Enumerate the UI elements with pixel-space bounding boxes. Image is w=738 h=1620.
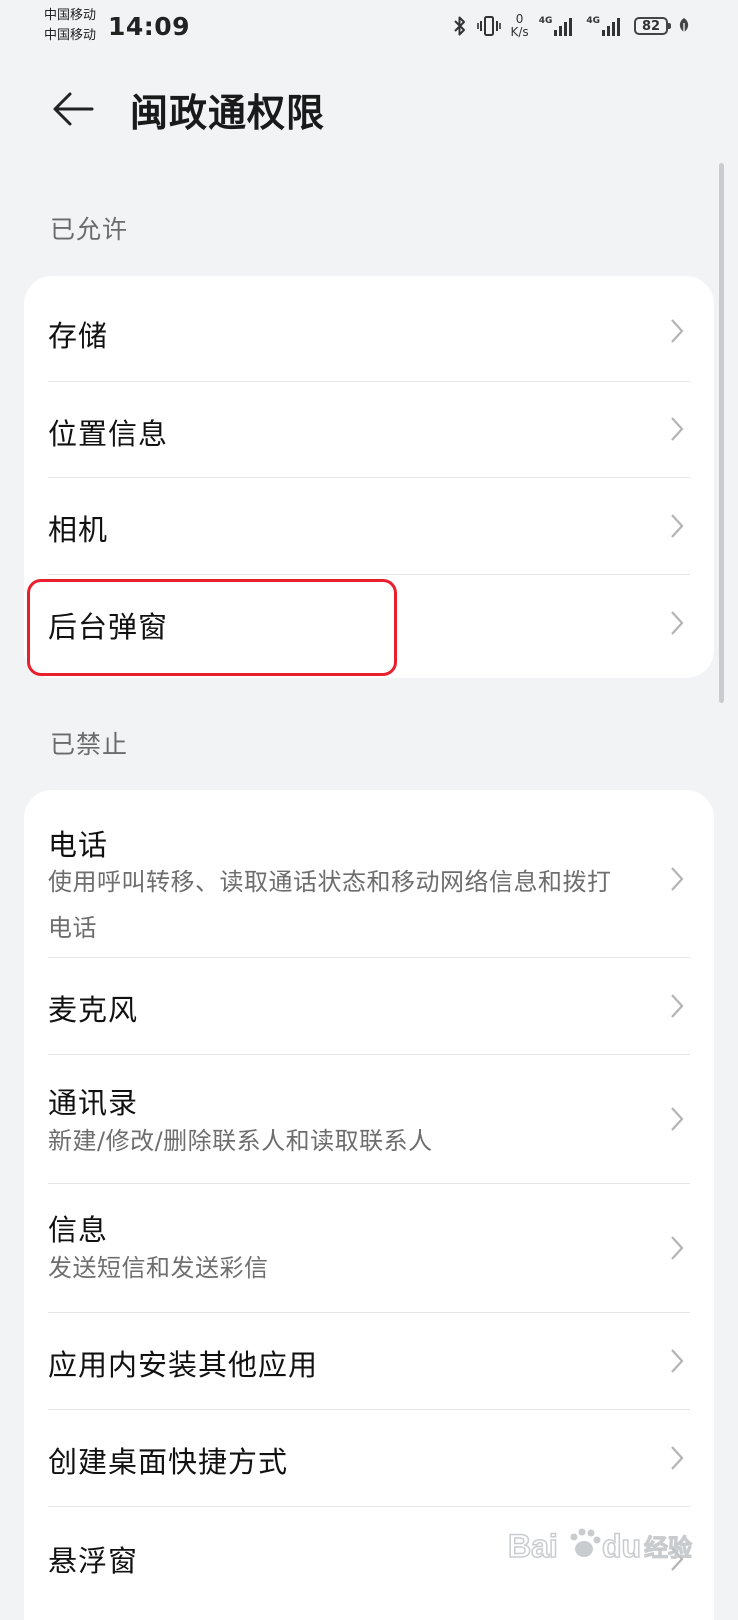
clock: 14:09 — [108, 12, 191, 41]
chevron-right-icon — [671, 611, 684, 635]
permission-item-messages[interactable]: 信息 发送短信和发送彩信 — [24, 1183, 714, 1312]
permission-description: 使用呼叫转移、读取通话状态和移动网络信息和拨打电话 — [48, 868, 612, 942]
scrollbar[interactable] — [719, 163, 724, 703]
carrier-1: 中国移动 — [44, 8, 97, 23]
permission-title: 通讯录 — [48, 1086, 139, 1120]
permission-title: 信息 — [48, 1213, 109, 1247]
carrier-2: 中国移动 — [44, 28, 97, 43]
permission-description: 发送短信和发送彩信 — [48, 1254, 269, 1282]
permission-title: 位置信息 — [48, 417, 169, 451]
permission-item-install-apps[interactable]: 应用内安装其他应用 — [24, 1312, 714, 1409]
permission-item-phone[interactable]: 电话 使用呼叫转移、读取通话状态和移动网络信息和拨打电话 — [24, 790, 714, 957]
chevron-right-icon — [671, 319, 684, 343]
permission-title: 麦克风 — [48, 993, 139, 1027]
page-title: 闽政通权限 — [130, 91, 326, 135]
status-icons: 0 K/s 4G 4G 82 — [453, 12, 690, 40]
permission-title: 后台弹窗 — [48, 610, 169, 644]
permission-title: 悬浮窗 — [48, 1544, 139, 1578]
chevron-right-icon — [671, 417, 684, 441]
permission-item-background-popup[interactable]: 后台弹窗 — [24, 574, 714, 678]
app-bar: 闽政通权限 — [0, 60, 738, 160]
chevron-right-icon — [671, 1236, 684, 1260]
permission-item-storage[interactable]: 存储 — [24, 276, 714, 381]
signal-icon-2: 4G — [586, 16, 624, 36]
chevron-right-icon — [671, 1107, 684, 1131]
chevron-right-icon — [671, 1349, 684, 1373]
chevron-right-icon — [671, 994, 684, 1018]
network-speed: 0 K/s — [510, 12, 529, 39]
network-type-1: 4G — [538, 16, 553, 26]
status-bar: 中国移动 中国移动 14:09 0 K/s 4G 4G 82 — [0, 0, 738, 52]
allowed-permissions-card: 存储 位置信息 相机 后台弹窗 — [24, 276, 714, 678]
leaf-icon — [679, 18, 689, 34]
permission-item-microphone[interactable]: 麦克风 — [24, 957, 714, 1054]
chevron-right-icon — [671, 1446, 684, 1470]
svg-text:经验: 经验 — [644, 1534, 692, 1562]
permission-title: 存储 — [48, 319, 109, 353]
permission-item-camera[interactable]: 相机 — [24, 477, 714, 574]
network-type-2: 4G — [586, 16, 600, 26]
permission-item-contacts[interactable]: 通讯录 新建/修改/删除联系人和读取联系人 — [24, 1054, 714, 1183]
battery-icon: 82 — [634, 17, 671, 35]
watermark-logo: Bai du 经验 — [507, 1525, 698, 1574]
chevron-right-icon — [671, 867, 684, 891]
paw-icon: Bai du 经验 — [507, 1527, 692, 1565]
back-arrow-icon[interactable] — [50, 86, 96, 132]
section-label-denied: 已禁止 — [50, 730, 129, 759]
svg-text:Bai: Bai — [508, 1528, 558, 1564]
bluetooth-icon — [453, 16, 465, 36]
permission-title: 创建桌面快捷方式 — [48, 1445, 289, 1479]
chevron-right-icon — [671, 514, 684, 538]
permission-item-location[interactable]: 位置信息 — [24, 381, 714, 477]
signal-icon-1: 4G — [539, 16, 577, 36]
section-label-allowed: 已允许 — [50, 215, 129, 244]
carrier-names: 中国移动 中国移动 — [44, 6, 96, 46]
svg-text:du: du — [602, 1528, 641, 1564]
vibrate-icon — [476, 16, 501, 36]
permission-title: 电话 — [48, 828, 109, 862]
permission-title: 相机 — [48, 513, 109, 547]
permission-description: 新建/修改/删除联系人和读取联系人 — [48, 1127, 433, 1155]
denied-permissions-card: 电话 使用呼叫转移、读取通话状态和移动网络信息和拨打电话 麦克风 通讯录 新建/… — [24, 790, 714, 1620]
battery-level: 82 — [641, 18, 661, 34]
permission-item-desktop-shortcut[interactable]: 创建桌面快捷方式 — [24, 1409, 714, 1506]
permission-title: 应用内安装其他应用 — [48, 1348, 319, 1382]
